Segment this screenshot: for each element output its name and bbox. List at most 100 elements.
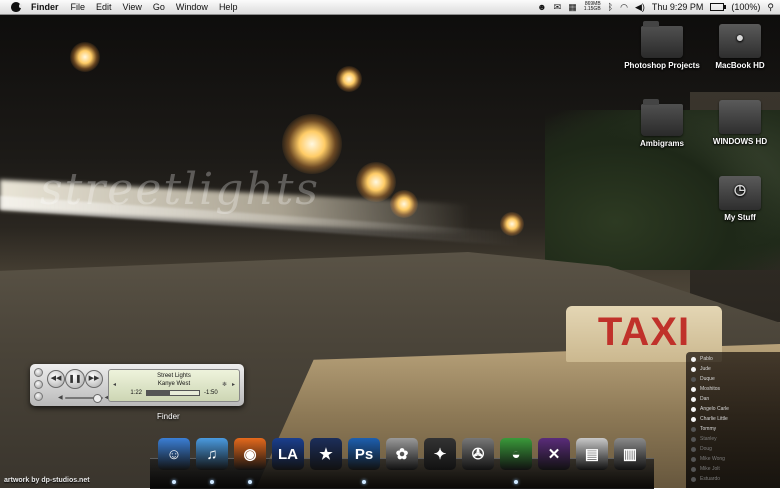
buddy-row[interactable]: Doug: [691, 446, 712, 452]
battery-percent[interactable]: (100%): [731, 2, 760, 12]
dock-item[interactable]: ✿: [384, 436, 420, 472]
close-button[interactable]: [34, 368, 43, 377]
buddy-row[interactable]: Pablo: [691, 356, 713, 362]
clock[interactable]: Thu 9:29 PM: [652, 2, 704, 12]
buddy-name: Mike Wong: [700, 456, 725, 462]
menu-bar: Finder File Edit View Go Window Help ☻ ✉…: [0, 0, 780, 15]
track-title: Street Lights: [157, 373, 191, 379]
dock-item[interactable]: ▤: [574, 436, 610, 472]
elapsed-time: 1:22: [130, 390, 142, 396]
front-row-icon: ✕: [538, 438, 570, 470]
dock-item[interactable]: LA: [270, 436, 306, 472]
cpu-meter-icon[interactable]: ▦: [568, 2, 577, 13]
menu-view[interactable]: View: [123, 2, 142, 12]
status-dot-icon: [691, 426, 696, 432]
mail-icon[interactable]: ✉: [554, 2, 562, 13]
menu-app-name[interactable]: Finder: [31, 2, 59, 12]
dock-item[interactable]: ✇: [460, 436, 496, 472]
minimize-button[interactable]: [34, 380, 43, 389]
buddy-row[interactable]: Duque: [691, 376, 715, 382]
menu-go[interactable]: Go: [153, 2, 165, 12]
window-controls: [34, 368, 43, 401]
dock-item[interactable]: ◒: [498, 436, 534, 472]
previous-track-button[interactable]: ◀◀: [47, 370, 65, 388]
apple-logo-icon: ●: [735, 29, 745, 45]
status-dot-icon: [691, 416, 696, 422]
buddy-row[interactable]: Mike Wong: [691, 456, 725, 462]
dock-item[interactable]: ♫: [194, 436, 230, 472]
menu-help[interactable]: Help: [219, 2, 238, 12]
running-indicator: [210, 480, 214, 484]
dock-item[interactable]: ☺: [156, 436, 192, 472]
buddy-row[interactable]: Angelo Carle: [691, 406, 729, 412]
spotlight-search-icon[interactable]: ⚲: [767, 2, 774, 13]
memory-monitor[interactable]: 869MB 1.15GB: [584, 2, 601, 12]
wallpaper-overlay-text: streetlights: [40, 164, 320, 215]
zoom-button[interactable]: [34, 392, 43, 401]
desktop-icon-label: My Stuff: [724, 213, 756, 222]
status-dot-icon: [691, 466, 696, 472]
hard-drive-icon: ●: [719, 24, 761, 58]
track-progress-bar[interactable]: [146, 390, 200, 396]
desktop-icon-my-stuff[interactable]: ◷ My Stuff: [702, 176, 778, 223]
volume-low-icon: ◀: [58, 395, 63, 401]
running-indicator: [172, 480, 176, 484]
dock-hover-label: Finder: [157, 412, 180, 421]
dock-item[interactable]: ★: [308, 436, 344, 472]
buddy-row[interactable]: Mike Jolt: [691, 466, 720, 472]
folder-icon: [641, 99, 683, 136]
desktop-wallpaper: streetlights TAXI: [0, 14, 780, 488]
menu-edit[interactable]: Edit: [96, 2, 112, 12]
buddy-name: Mike Jolt: [700, 466, 720, 472]
volume-knob[interactable]: [92, 393, 102, 403]
itunes-icon: ♫: [196, 438, 228, 470]
buddy-name: Pablo: [700, 356, 713, 362]
taxi-sign-text: TAXI: [597, 310, 691, 354]
firefox-icon: ◉: [234, 438, 266, 470]
browser-window-icon: ▤: [576, 438, 608, 470]
status-dot-icon: [691, 366, 696, 372]
desktop-icon-photoshop-projects[interactable]: Photoshop Projects: [624, 21, 700, 71]
buddy-row[interactable]: Charlie Little: [691, 416, 728, 422]
status-dot-icon: [691, 376, 696, 382]
adium-status-icon[interactable]: ☻: [537, 2, 546, 12]
running-indicator: [362, 480, 366, 484]
desktop-icon-windows-hd[interactable]: WINDOWS HD: [702, 100, 778, 147]
buddy-row[interactable]: Estuardo: [691, 476, 720, 482]
desktop-icon-label: WINDOWS HD: [712, 137, 768, 146]
finder-icon: ☺: [158, 438, 190, 470]
volume-slider[interactable]: [64, 393, 103, 403]
dock-item[interactable]: ✦: [422, 436, 458, 472]
next-track-button[interactable]: ▶▶: [85, 370, 103, 388]
dock-item[interactable]: ◉: [232, 436, 268, 472]
dock-item[interactable]: Ps: [346, 436, 382, 472]
apple-menu-icon[interactable]: [11, 2, 22, 12]
battery-icon[interactable]: [710, 3, 727, 11]
pause-button[interactable]: ❚❚: [65, 369, 85, 389]
desktop-icon-macbook-hd[interactable]: ● MacBook HD: [702, 24, 778, 71]
buddy-name: Moshitos: [700, 386, 721, 392]
status-dot-icon: [691, 396, 696, 402]
volume-icon[interactable]: ◀): [635, 2, 645, 13]
buddy-name: Tommy: [700, 426, 717, 432]
buddy-row[interactable]: Moshitos: [691, 386, 720, 392]
bluetooth-icon[interactable]: ᛒ: [608, 2, 613, 12]
desktop-icon-ambigrams[interactable]: Ambigrams: [624, 99, 700, 149]
hard-drive-icon: [719, 100, 761, 134]
dock-item[interactable]: ▥: [612, 436, 648, 472]
dock-item[interactable]: ✕: [536, 436, 572, 472]
buddy-row[interactable]: Jude: [691, 366, 711, 372]
track-progress-fill: [147, 391, 171, 395]
now-playing-display: ◂ ❄ ▸ Street Lights Kanye West 1:22 -1:5…: [108, 369, 240, 402]
status-dot-icon: [691, 436, 696, 442]
menu-file[interactable]: File: [71, 2, 86, 12]
status-dot-icon: [691, 456, 696, 462]
buddy-row[interactable]: Tommy: [691, 426, 716, 432]
buddy-name: Dan: [700, 396, 710, 402]
buddy-row[interactable]: Stanley: [691, 436, 717, 442]
cowboys-star-icon: ★: [310, 438, 342, 470]
wifi-icon[interactable]: ◠: [620, 2, 628, 13]
menu-window[interactable]: Window: [176, 2, 208, 12]
buddy-row[interactable]: Dan: [691, 396, 709, 402]
time-machine-drive-icon: ◷: [719, 176, 761, 210]
